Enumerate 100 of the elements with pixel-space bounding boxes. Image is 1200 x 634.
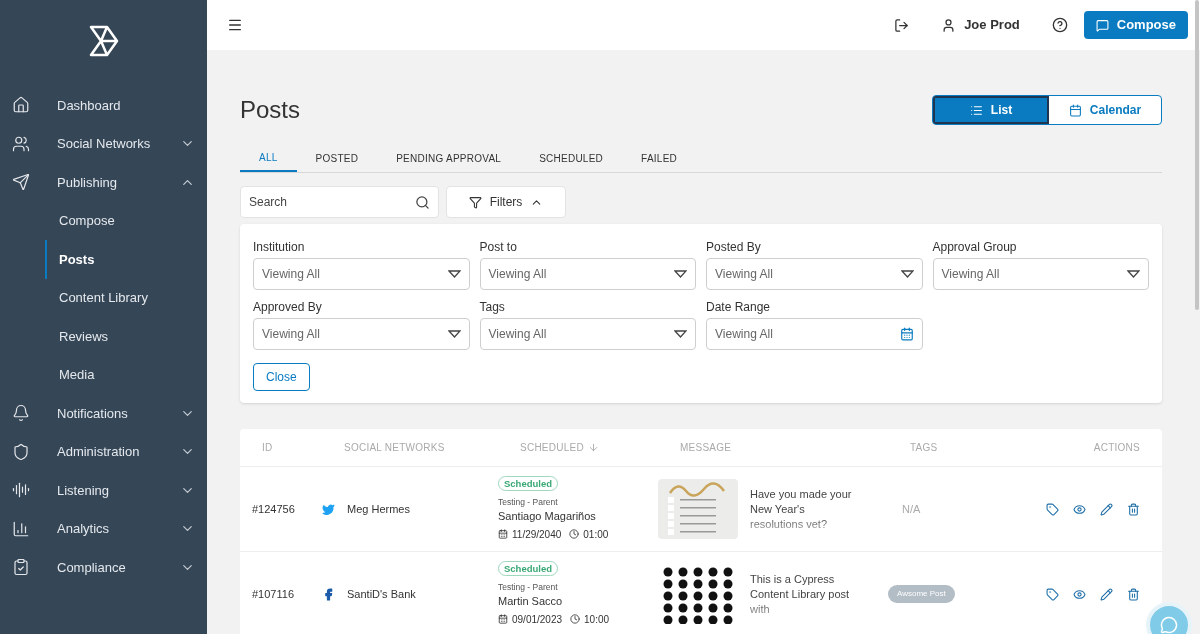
pencil-icon <box>1100 502 1113 516</box>
column-header: TAGS <box>910 441 939 455</box>
table-cell-text: N/A <box>901 501 921 517</box>
edit-button[interactable] <box>1100 587 1113 601</box>
sort-arrow-icon <box>587 442 599 453</box>
calendar-icon <box>498 614 508 625</box>
tag-icon <box>1046 502 1059 516</box>
status-tab[interactable]: SCHEDULED <box>520 144 623 172</box>
table-cell-text: #124756 <box>252 501 296 517</box>
filters-button[interactable]: Filters <box>446 186 566 218</box>
pencil-icon <box>1100 587 1113 601</box>
view-toggle[interactable]: Calendar <box>1049 96 1161 124</box>
date-field[interactable]: Viewing All <box>706 318 923 350</box>
scheduled-date: 09/01/2023 <box>512 612 563 627</box>
eye-icon <box>1073 587 1086 601</box>
nav-item[interactable]: Compliance <box>0 548 207 587</box>
bell-icon <box>12 404 30 423</box>
trash-icon <box>1127 587 1140 601</box>
view-button[interactable] <box>1073 502 1086 516</box>
nav-label: Listening <box>57 481 111 500</box>
nav-item[interactable]: Dashboard <box>0 86 207 125</box>
compose-button[interactable]: Compose <box>1083 11 1188 39</box>
status-tab[interactable]: FAILED <box>622 144 697 172</box>
nav-item[interactable]: Publishing <box>0 163 207 202</box>
dropdown[interactable]: Viewing All <box>253 318 470 350</box>
facebook-icon <box>322 587 335 601</box>
nav-item[interactable]: Notifications <box>0 394 207 433</box>
trash-icon <box>1127 502 1140 516</box>
status-tab[interactable]: ALL <box>240 144 297 172</box>
sound-wave-icon <box>12 481 30 500</box>
nav-label: Media <box>59 366 95 384</box>
nav-subitem[interactable]: Reviews <box>45 317 207 356</box>
nav-label: Administration <box>57 443 141 461</box>
filter-label: Approval Group <box>932 239 1018 256</box>
account-name: SantiD's Bank <box>347 586 416 602</box>
delete-button[interactable] <box>1127 502 1140 516</box>
filter-label: Approved By <box>253 299 323 316</box>
search-field[interactable]: Search <box>240 186 439 218</box>
tag-button[interactable] <box>1046 587 1059 601</box>
nav-label: Social Networks <box>57 135 152 153</box>
column-header: MESSAGE <box>680 441 733 455</box>
search-icon <box>415 194 430 210</box>
logout-icon <box>894 17 910 33</box>
filter-label: Posted By <box>706 239 762 256</box>
status-tab[interactable]: POSTED <box>296 144 378 172</box>
bird-icon <box>322 502 335 516</box>
bar-chart-icon <box>12 519 30 538</box>
tag-button[interactable] <box>1046 502 1059 516</box>
nav-item[interactable]: Social Networks <box>0 124 207 163</box>
page-title: Posts <box>240 95 301 125</box>
paper-plane-icon <box>12 173 30 192</box>
tag-pill: Awsome Post <box>888 585 955 603</box>
nav-label: Dashboard <box>57 96 122 115</box>
nav-subitem[interactable]: Content Library <box>45 278 207 317</box>
dropdown[interactable]: Viewing All <box>253 258 470 290</box>
clipboard-icon <box>12 558 30 577</box>
filter-label: Post to <box>479 239 518 256</box>
nav-subitem[interactable]: Compose <box>45 201 207 240</box>
triangle-down-icon <box>674 270 687 278</box>
nav-subitem[interactable]: Posts <box>45 240 207 279</box>
user-menu[interactable]: Joe Prod <box>941 15 1020 35</box>
user-icon <box>941 17 957 33</box>
eye-icon <box>1073 502 1086 516</box>
clock-icon <box>570 614 581 625</box>
account-name: Meg Hermes <box>347 501 410 517</box>
nav-subitem[interactable]: Media <box>45 355 207 394</box>
chat-icon <box>1160 616 1178 634</box>
dropdown[interactable]: Viewing All <box>932 258 1149 290</box>
dropdown[interactable]: Viewing All <box>479 318 696 350</box>
nav-label: Publishing <box>57 173 118 192</box>
view-toggle[interactable]: List <box>933 96 1049 124</box>
view-button[interactable] <box>1073 587 1086 601</box>
filter-label: Tags <box>479 299 506 316</box>
calendar-icon <box>899 327 914 341</box>
dropdown[interactable]: Viewing All <box>706 258 923 290</box>
speech-bubble-icon <box>1095 18 1109 32</box>
status-tab[interactable]: PENDING APPROVAL <box>377 144 521 172</box>
triangle-down-icon <box>900 270 914 278</box>
filter-label: Date Range <box>706 299 772 316</box>
nav-label: Posts <box>59 250 95 269</box>
close-button[interactable]: Close <box>253 363 310 391</box>
calendar-icon <box>498 529 508 540</box>
dropdown[interactable]: Viewing All <box>479 258 696 290</box>
triangle-down-icon <box>674 330 687 338</box>
menu-button[interactable] <box>227 17 243 33</box>
edit-button[interactable] <box>1100 502 1113 516</box>
nav-item[interactable]: Administration <box>0 432 207 471</box>
search-input[interactable]: Search <box>249 193 415 211</box>
nav-label: Compose <box>59 212 115 230</box>
filter-label: Institution <box>253 239 306 256</box>
calendar-icon <box>1068 103 1082 117</box>
logout-button[interactable] <box>894 17 910 33</box>
delete-button[interactable] <box>1127 587 1140 601</box>
column-header: ID <box>262 441 274 455</box>
triangle-down-icon <box>1127 270 1140 278</box>
help-button[interactable] <box>1051 17 1068 33</box>
nav-item[interactable]: Listening <box>0 471 207 510</box>
column-header: ACTIONS <box>1092 441 1140 455</box>
author-name: Santiago Magariños <box>498 508 596 523</box>
nav-item[interactable]: Analytics <box>0 509 207 548</box>
